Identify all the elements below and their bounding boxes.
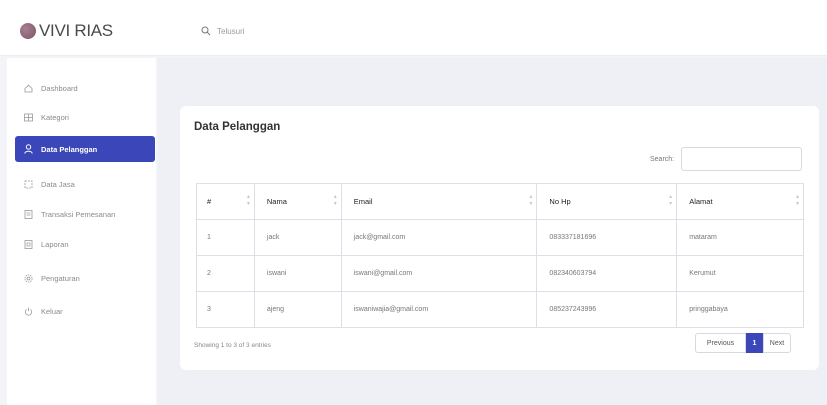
sidebar-item-label: Keluar	[41, 306, 63, 316]
page-1-button[interactable]: 1	[746, 333, 763, 353]
cell-alamat: Kerumut	[676, 255, 804, 292]
brand-logo	[20, 23, 36, 39]
power-icon	[23, 306, 33, 316]
column-header-nama[interactable]: Nama ▴ ▾	[253, 183, 342, 220]
cell-email: jack@gmail.com	[340, 219, 538, 256]
sort-icon: ▴ ▾	[669, 194, 673, 207]
sidebar-item-kategori[interactable]: Kategori	[15, 104, 155, 130]
home-icon	[23, 83, 33, 93]
column-header-email[interactable]: Email ▴ ▾	[340, 183, 538, 220]
customer-table: # ▴ ▾ Nama ▴ ▾ Email ▴ ▾ No Hp ▴ ▾ Alamat ▴ ▾ 1 ja…	[196, 183, 804, 328]
previous-button[interactable]: Previous	[695, 333, 746, 353]
column-header-no-hp[interactable]: No Hp ▴ ▾	[536, 183, 678, 220]
cell-alamat: mataram	[676, 219, 804, 256]
cell-alamat: pringgabaya	[676, 291, 804, 328]
table-row: 2 iswani iswani@gmail.com 082340603794 K…	[196, 255, 804, 292]
cell-nama: jack	[253, 219, 342, 256]
cell-number: 1	[196, 219, 255, 256]
sidebar-item-label: Kategori	[41, 112, 69, 122]
box-icon	[23, 179, 33, 189]
cell-no-hp: 085237243996	[536, 291, 678, 328]
gear-icon	[23, 273, 33, 283]
cell-email: iswani@gmail.com	[340, 255, 538, 292]
entries-info: Showing 1 to 3 of 3 entries	[194, 342, 271, 349]
search-label: Search:	[650, 156, 675, 163]
top-search-placeholder: Telusuri	[217, 26, 245, 36]
sidebar-item-pengaturan[interactable]: Pengaturan	[15, 265, 155, 291]
sort-icon: ▴ ▾	[333, 194, 337, 207]
sidebar-item-label: Data Jasa	[41, 179, 75, 189]
sidebar-item-keluar[interactable]: Keluar	[15, 298, 155, 324]
sidebar-item-data-jasa[interactable]: Data Jasa	[15, 171, 155, 197]
data-pelanggan-card: Data Pelanggan Search: # ▴ ▾ Nama ▴ ▾ Email ▴…	[180, 106, 819, 370]
search-input[interactable]	[681, 147, 802, 171]
report-icon	[23, 239, 33, 249]
brand-name: VIVI RIAS	[39, 21, 113, 40]
cell-no-hp: 083337181696	[536, 219, 678, 256]
sidebar-item-label: Data Pelanggan	[41, 144, 98, 154]
cell-nama: iswani	[253, 255, 342, 292]
table-row: 3 ajeng iswaniwajia@gmail.com 0852372439…	[196, 291, 804, 328]
sidebar-item-label: Dashboard	[41, 83, 78, 93]
grid-icon	[23, 112, 33, 122]
cell-no-hp: 082340603794	[536, 255, 678, 292]
sidebar-item-dashboard[interactable]: Dashboard	[15, 75, 155, 101]
brand[interactable]: VIVI RIAS	[20, 21, 113, 41]
cell-nama: ajeng	[253, 291, 342, 328]
search-icon	[201, 26, 211, 36]
top-bar: VIVI RIAS Telusuri	[0, 0, 827, 56]
receipt-icon	[23, 209, 33, 219]
cell-number: 2	[196, 255, 255, 292]
table-header-row: # ▴ ▾ Nama ▴ ▾ Email ▴ ▾ No Hp ▴ ▾ Alamat ▴ ▾	[196, 183, 804, 220]
sidebar-item-label: Laporan	[41, 239, 69, 249]
sidebar-item-label: Transaksi Pemesanan	[41, 209, 116, 219]
sidebar-item-laporan[interactable]: Laporan	[15, 231, 155, 257]
cell-email: iswaniwajia@gmail.com	[340, 291, 538, 328]
sidebar-item-label: Pengaturan	[41, 273, 80, 283]
sidebar-item-transaksi-pemesanan[interactable]: Transaksi Pemesanan	[15, 201, 155, 227]
pagination: Previous 1 Next	[695, 333, 791, 353]
sort-icon: ▴ ▾	[795, 194, 799, 207]
page-title: Data Pelanggan	[194, 121, 281, 133]
sort-icon: ▴ ▾	[246, 194, 250, 207]
sidebar-item-data-pelanggan[interactable]: Data Pelanggan	[15, 136, 155, 162]
column-header-alamat[interactable]: Alamat ▴ ▾	[676, 183, 804, 220]
top-search[interactable]: Telusuri	[201, 26, 245, 36]
cell-number: 3	[196, 291, 255, 328]
sort-icon: ▴ ▾	[529, 194, 533, 207]
column-header-number[interactable]: # ▴ ▾	[196, 183, 255, 220]
user-icon	[23, 144, 33, 154]
next-button[interactable]: Next	[763, 333, 791, 353]
sidebar: Dashboard Kategori Data Pelanggan Data J…	[7, 58, 156, 405]
table-row: 1 jack jack@gmail.com 083337181696 matar…	[196, 219, 804, 256]
